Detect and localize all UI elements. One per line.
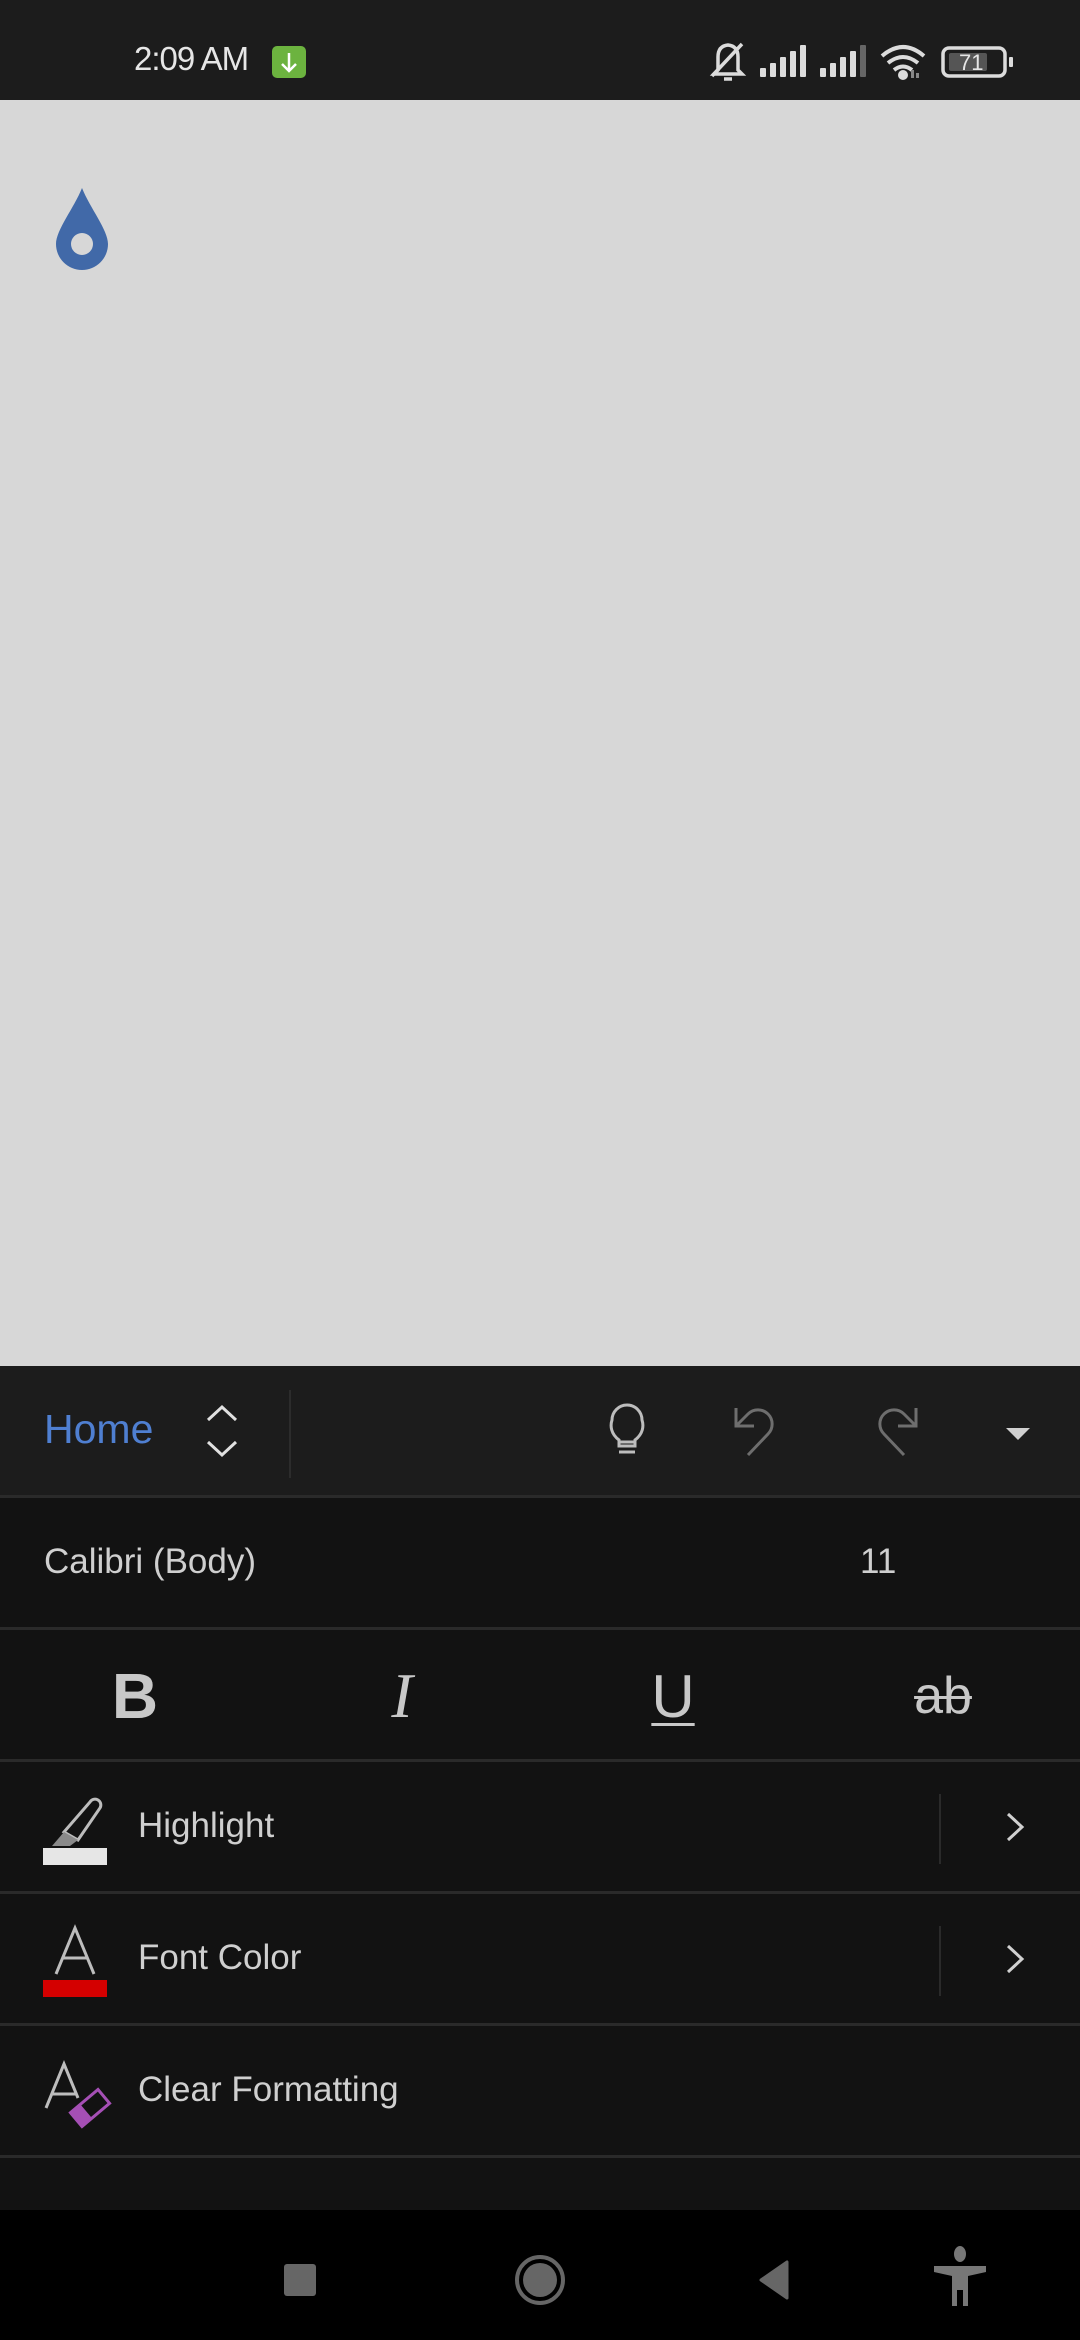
- drop-cursor-handle-icon[interactable]: [54, 186, 110, 272]
- strikethrough-button[interactable]: ab: [898, 1656, 988, 1736]
- accessibility-icon: [934, 2246, 986, 2306]
- signal-icon-sim1: [760, 45, 806, 77]
- highlighter-icon: [43, 1797, 107, 1865]
- back-icon: [759, 2260, 789, 2300]
- tab-switcher-chevrons-icon[interactable]: [200, 1402, 244, 1462]
- document-canvas[interactable]: [0, 100, 1080, 1366]
- font-color-icon: [43, 1924, 107, 1997]
- highlight-swatch: [43, 1848, 107, 1865]
- lightbulb-icon[interactable]: [597, 1402, 657, 1462]
- status-icons: 71: [700, 30, 1030, 90]
- ribbon-panel: Home Calibri (Body) 11 B I U ab Highligh…: [0, 1366, 1080, 2210]
- bold-button[interactable]: B: [90, 1656, 180, 1736]
- font-color-label: Font Color: [138, 1938, 302, 1977]
- signal-icon-sim2: [820, 45, 866, 77]
- font-name-selector[interactable]: Calibri (Body): [44, 1542, 256, 1582]
- clear-formatting-icon: [44, 2060, 112, 2129]
- collapse-dropdown-icon[interactable]: [988, 1402, 1048, 1462]
- underline-button[interactable]: U: [628, 1656, 718, 1736]
- accessibility-button[interactable]: [920, 2240, 1000, 2320]
- home-icon: [515, 2255, 565, 2305]
- tab-home[interactable]: Home: [44, 1406, 153, 1453]
- chevron-right-icon[interactable]: [1000, 1802, 1030, 1852]
- wifi-icon: [880, 45, 926, 80]
- font-size-selector[interactable]: 11: [860, 1542, 896, 1582]
- tab-divider: [289, 1390, 291, 1478]
- mute-bell-icon: [709, 42, 747, 81]
- status-bar: 2:09 AM 71: [0, 0, 1080, 100]
- highlight-item[interactable]: Highlight: [0, 1762, 1080, 1894]
- redo-icon[interactable]: [862, 1402, 922, 1462]
- font-row: Calibri (Body) 11: [0, 1498, 1080, 1630]
- system-nav-bar: [0, 2210, 1080, 2340]
- battery-level: 71: [959, 50, 984, 75]
- clear-formatting-item[interactable]: Clear Formatting: [0, 2026, 1080, 2158]
- font-color-item[interactable]: Font Color: [0, 1894, 1080, 2026]
- highlight-label: Highlight: [138, 1806, 275, 1845]
- undo-icon[interactable]: [730, 1402, 790, 1462]
- divider: [939, 1926, 941, 1996]
- ribbon-tab-bar: Home: [0, 1366, 1080, 1498]
- chevron-right-icon[interactable]: [1000, 1934, 1030, 1984]
- italic-button[interactable]: I: [357, 1656, 447, 1736]
- format-buttons-row: B I U ab: [0, 1630, 1080, 1762]
- divider: [939, 1794, 941, 1864]
- home-button[interactable]: [500, 2240, 580, 2320]
- back-button[interactable]: [735, 2240, 815, 2320]
- status-time: 2:09 AM: [134, 40, 249, 77]
- font-color-swatch: [43, 1980, 107, 1997]
- clear-formatting-label: Clear Formatting: [138, 2070, 399, 2109]
- recents-button[interactable]: [260, 2240, 340, 2320]
- download-icon: [272, 46, 306, 78]
- recents-icon: [284, 2264, 316, 2296]
